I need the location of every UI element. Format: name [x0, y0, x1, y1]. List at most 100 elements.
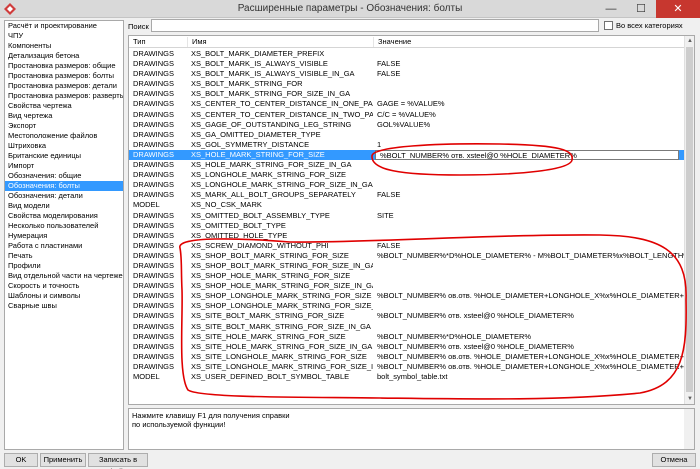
cell-value[interactable]: bolt_symbol_table.txt — [373, 372, 684, 382]
cell-value[interactable]: GAGE = %VALUE% — [373, 99, 684, 109]
category-list[interactable]: Расчёт и проектирование ЧПУ Компоненты Дета… — [4, 20, 124, 450]
minimize-button[interactable]: — — [596, 0, 626, 18]
sidebar-item[interactable]: Шаблоны и символы — [5, 291, 123, 301]
sidebar-item[interactable]: Штриховка — [5, 141, 123, 151]
cell-value[interactable]: %BOLT_NUMBER% отв. xsteel@0 %HOLE_DIAMET… — [375, 149, 679, 161]
cell-value[interactable] — [373, 89, 684, 99]
column-header-type[interactable]: Тип — [129, 37, 187, 47]
table-row[interactable]: DRAWINGS XS_SHOP_HOLE_MARK_STRING_FOR_SIZ… — [129, 271, 684, 281]
sidebar-item[interactable]: Детализация бетона — [5, 51, 123, 61]
sidebar-item[interactable]: Простановка размеров: развертывание — [5, 91, 123, 101]
cell-value[interactable]: FALSE — [373, 59, 684, 69]
column-header-name[interactable]: Имя — [187, 37, 373, 47]
table-row[interactable]: DRAWINGS XS_SHOP_BOLT_MARK_STRING_FOR_SIZ… — [129, 251, 684, 261]
cell-value[interactable]: FALSE — [373, 241, 684, 251]
cell-value[interactable]: %BOLT_NUMBER% ов.отв. %HOLE_DIAMETER+LON… — [373, 291, 684, 301]
sidebar-item[interactable]: Британские единицы — [5, 151, 123, 161]
sidebar-item[interactable]: Сварные швы — [5, 301, 123, 311]
sidebar-item[interactable]: Обозначения: детали — [5, 191, 123, 201]
cell-value[interactable] — [373, 200, 684, 210]
table-row[interactable]: DRAWINGS XS_GAGE_OF_OUTSTANDING_LEG_STRIN… — [129, 120, 684, 130]
all-categories-checkbox[interactable] — [604, 21, 613, 30]
table-row[interactable]: MODEL XS_NO_CSK_MARK — [129, 200, 684, 210]
grid-scrollbar[interactable]: ▲ ▼ — [684, 36, 694, 404]
sidebar-item[interactable]: Местоположение файлов — [5, 131, 123, 141]
cell-value[interactable]: GOL%VALUE% — [373, 120, 684, 130]
sidebar-item[interactable]: Обозначения: болты — [5, 181, 123, 191]
table-row[interactable]: DRAWINGS XS_HOLE_MARK_STRING_FOR_SIZE_IN_… — [129, 160, 684, 170]
sidebar-item[interactable]: Профили — [5, 261, 123, 271]
sidebar-item[interactable]: Простановка размеров: общие — [5, 61, 123, 71]
sidebar-item[interactable]: Компоненты — [5, 41, 123, 51]
sidebar-item[interactable]: Простановка размеров: детали — [5, 81, 123, 91]
table-row[interactable]: DRAWINGS XS_LONGHOLE_MARK_STRING_FOR_SIZE… — [129, 180, 684, 190]
cell-value[interactable] — [373, 261, 684, 271]
sidebar-item[interactable]: Вид чертежа — [5, 111, 123, 121]
sidebar-item[interactable]: Нумерация — [5, 231, 123, 241]
cell-value[interactable] — [373, 271, 684, 281]
cell-value[interactable] — [373, 231, 684, 241]
cell-value[interactable]: 1 — [373, 140, 684, 150]
cancel-button[interactable]: Отмена — [652, 453, 696, 467]
cell-value[interactable] — [373, 281, 684, 291]
sidebar-item[interactable]: Расчёт и проектирование — [5, 21, 123, 31]
cell-value[interactable] — [373, 49, 684, 59]
ok-button[interactable]: OK — [4, 453, 38, 467]
table-row[interactable]: DRAWINGS XS_SITE_LONGHOLE_MARK_STRING_FOR… — [129, 352, 684, 362]
table-row[interactable]: DRAWINGS XS_OMITTED_BOLT_TYPE — [129, 221, 684, 231]
table-row[interactable]: DRAWINGS XS_SCREW_DIAMOND_WITHOUT_PHI FALS… — [129, 241, 684, 251]
table-row[interactable]: DRAWINGS XS_SITE_BOLT_MARK_STRING_FOR_SIZ… — [129, 311, 684, 321]
cell-value[interactable]: FALSE — [373, 190, 684, 200]
cell-value[interactable]: %BOLT_NUMBER%*D%HOLE_DIAMETER% - M%BOLT_… — [373, 251, 684, 261]
sidebar-item[interactable]: Простановка размеров: болты — [5, 71, 123, 81]
table-row[interactable]: DRAWINGS XS_SHOP_BOLT_MARK_STRING_FOR_SIZ… — [129, 261, 684, 271]
cell-value[interactable] — [373, 322, 684, 332]
table-row[interactable]: DRAWINGS XS_OMITTED_HOLE_TYPE — [129, 231, 684, 241]
table-row[interactable]: DRAWINGS XS_MARK_ALL_BOLT_GROUPS_SEPARATE… — [129, 190, 684, 200]
column-header-value[interactable]: Значение — [373, 37, 673, 47]
help-scrollbar[interactable] — [684, 409, 694, 449]
cell-value[interactable] — [373, 221, 684, 231]
table-row[interactable]: DRAWINGS XS_BOLT_MARK_DIAMETER_PREFIX — [129, 49, 684, 59]
table-row[interactable]: DRAWINGS XS_SHOP_HOLE_MARK_STRING_FOR_SIZ… — [129, 281, 684, 291]
table-row[interactable]: DRAWINGS XS_BOLT_MARK_STRING_FOR — [129, 79, 684, 89]
cell-value[interactable] — [373, 160, 684, 170]
table-row[interactable]: DRAWINGS XS_LONGHOLE_MARK_STRING_FOR_SIZE — [129, 170, 684, 180]
table-row[interactable]: DRAWINGS XS_SHOP_LONGHOLE_MARK_STRING_FOR… — [129, 301, 684, 311]
maximize-button[interactable]: ☐ — [626, 0, 656, 18]
scroll-up-icon[interactable]: ▲ — [685, 36, 694, 46]
sidebar-item[interactable]: Импорт — [5, 161, 123, 171]
cell-value[interactable] — [373, 130, 684, 140]
table-row[interactable]: DRAWINGS XS_BOLT_MARK_IS_ALWAYS_VISIBLE_I… — [129, 69, 684, 79]
cell-value[interactable] — [373, 170, 684, 180]
sidebar-item[interactable]: Свойства моделирования — [5, 211, 123, 221]
table-row[interactable]: DRAWINGS XS_SHOP_LONGHOLE_MARK_STRING_FOR… — [129, 291, 684, 301]
table-row[interactable]: DRAWINGS XS_SITE_HOLE_MARK_STRING_FOR_SIZ… — [129, 332, 684, 342]
cell-value[interactable]: %BOLT_NUMBER% ов.отв. %HOLE_DIAMETER+LON… — [373, 352, 684, 362]
cell-value[interactable]: C/C = %VALUE% — [373, 110, 684, 120]
close-button[interactable]: ✕ — [656, 0, 700, 18]
sidebar-item[interactable]: Вид модели — [5, 201, 123, 211]
save-to-file-button[interactable]: Записать в файл — [88, 453, 148, 469]
table-row[interactable]: DRAWINGS XS_SITE_HOLE_MARK_STRING_FOR_SIZ… — [129, 342, 684, 352]
scroll-down-icon[interactable]: ▼ — [685, 394, 694, 404]
cell-value[interactable]: %BOLT_NUMBER% отв. xsteel@0 %HOLE_DIAMET… — [373, 311, 684, 321]
table-row[interactable]: DRAWINGS XS_SITE_LONGHOLE_MARK_STRING_FOR… — [129, 362, 684, 372]
scroll-thumb[interactable] — [686, 47, 693, 392]
cell-value[interactable]: %BOLT_NUMBER%*D%HOLE_DIAMETER% — [373, 332, 684, 342]
cell-value[interactable] — [373, 301, 684, 311]
table-row[interactable]: DRAWINGS XS_GA_OMITTED_DIAMETER_TYPE — [129, 130, 684, 140]
sidebar-item[interactable]: Свойства чертежа — [5, 101, 123, 111]
apply-button[interactable]: Применить — [40, 453, 86, 467]
sidebar-item[interactable]: Скорость и точность — [5, 281, 123, 291]
cell-value[interactable]: %BOLT_NUMBER% ов.отв. %HOLE_DIAMETER+LON… — [373, 362, 684, 372]
sidebar-item[interactable]: Работа с пластинами — [5, 241, 123, 251]
cell-value[interactable]: SITE — [373, 211, 684, 221]
search-input[interactable] — [151, 19, 599, 32]
sidebar-item[interactable]: Обозначения: общие — [5, 171, 123, 181]
table-row[interactable]: MODEL XS_USER_DEFINED_BOLT_SYMBOL_TABLE bo… — [129, 372, 684, 382]
sidebar-item[interactable]: Вид отдельной части на чертеже сборки — [5, 271, 123, 281]
table-row[interactable]: DRAWINGS XS_BOLT_MARK_IS_ALWAYS_VISIBLE FA… — [129, 59, 684, 69]
table-row[interactable]: DRAWINGS XS_GOL_SYMMETRY_DISTANCE 1 — [129, 140, 684, 150]
sidebar-item[interactable]: ЧПУ — [5, 31, 123, 41]
